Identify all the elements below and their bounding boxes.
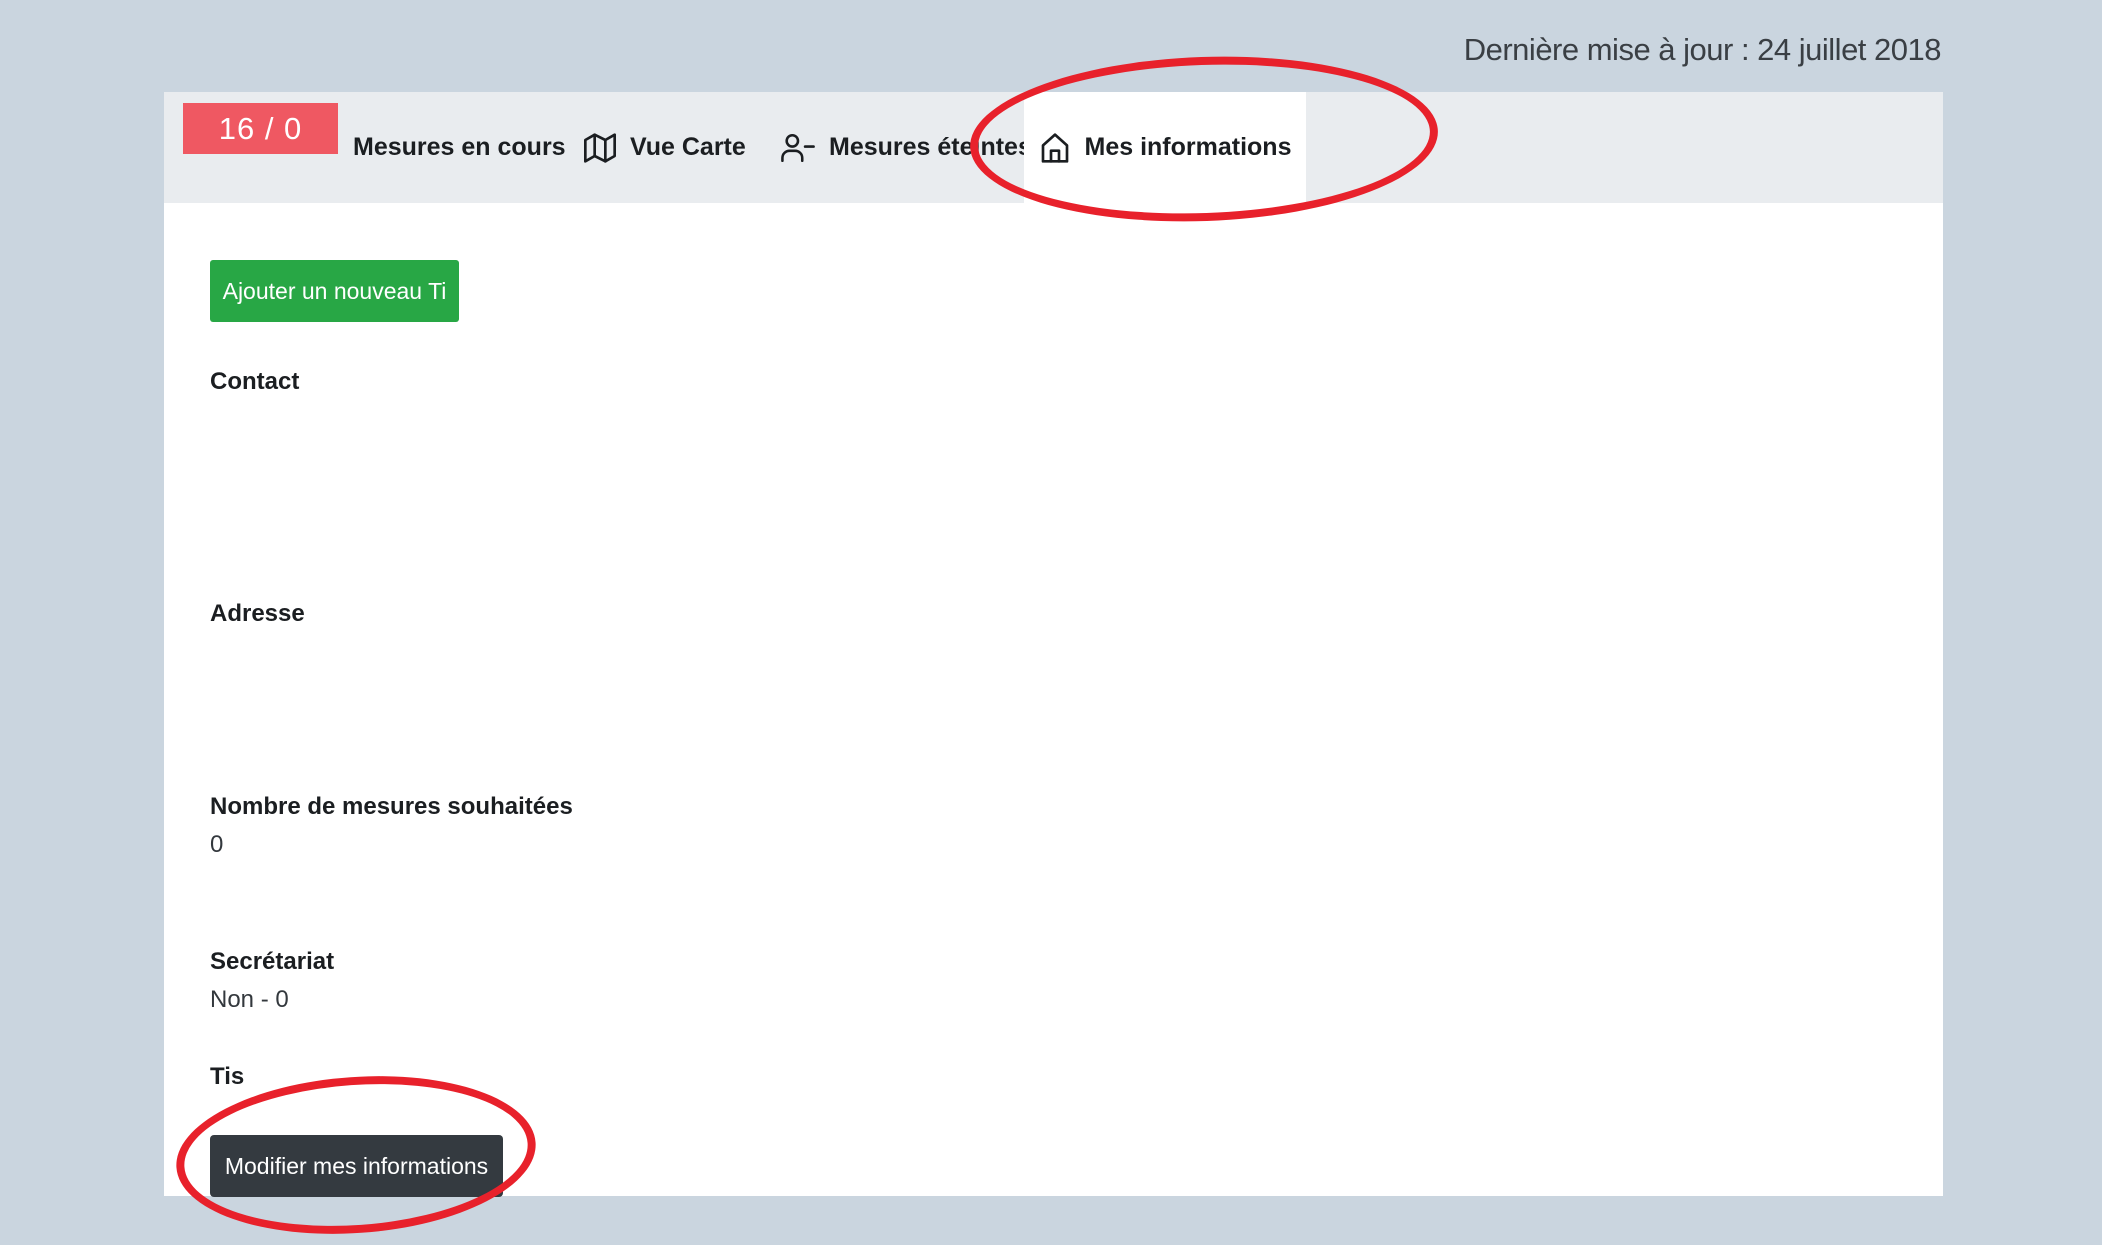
tab-mes-informations[interactable]: Mes informations [1024,92,1306,203]
secretariat-label: Secrétariat [210,948,335,975]
edit-info-button[interactable]: Modifier mes informations [210,1135,503,1197]
home-icon [1041,132,1068,163]
user-minus-icon [781,133,815,162]
adresse-label: Adresse [210,600,305,627]
tab-mesures-eteintes[interactable]: Mesures éteintes [781,92,1032,203]
main-card: 16 / 0 Mesures en cours Vue Carte Mesure… [164,92,1943,1197]
last-update-text: Dernière mise à jour : 24 juillet 2018 [1463,32,1942,67]
nombre-mesures-value: 0 [210,831,224,858]
counter-badge: 16 / 0 [183,103,338,154]
tab-mesures-en-cours[interactable]: Mesures en cours [353,92,566,203]
secretariat-value: Non - 0 [210,986,289,1013]
tab-label: Vue Carte [630,133,746,161]
tab-label: Mes informations [1084,133,1292,161]
nombre-mesures-label: Nombre de mesures souhaitées [210,793,573,820]
add-ti-button[interactable]: Ajouter un nouveau Ti [210,260,459,322]
tis-label: Tis [210,1063,245,1090]
map-icon [584,132,616,163]
tab-vue-carte[interactable]: Vue Carte [584,92,746,203]
tab-label: Mesures en cours [353,133,566,161]
tab-label: Mesures éteintes [829,133,1032,161]
contact-label: Contact [210,368,300,395]
navbar: 16 / 0 Mesures en cours Vue Carte Mesure… [164,92,1943,203]
